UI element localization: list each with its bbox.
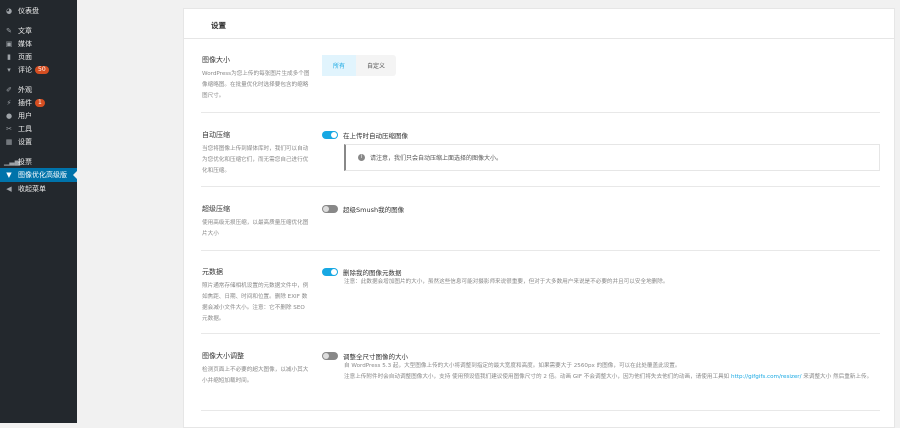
section-title: 元数据 — [202, 268, 223, 276]
page-title: 设置 — [184, 9, 894, 39]
sidebar-item-dashboard[interactable]: ◕ 仪表盘 — [0, 4, 77, 17]
info-icon: i — [358, 154, 365, 161]
sidebar-item-plugins[interactable]: ⚡ 插件 1 — [0, 96, 77, 109]
user-icon: ● — [5, 111, 13, 120]
strip-metadata-toggle[interactable] — [322, 268, 338, 276]
section-desc: WordPress为您上传的每张图片生成多个图像缩略图。在批量优化时选择要包含的… — [202, 71, 310, 99]
sidebar-item-posts[interactable]: ✎ 文章 — [0, 24, 77, 37]
collapse-icon: ◀ — [6, 184, 12, 193]
resize-note-2: 注意上传附件时会自动调整图像大小，支持 使用预设值我们建议使用图像尺寸的 2 倍… — [344, 372, 880, 383]
comment-count-badge: 50 — [35, 65, 49, 74]
section-image-sizes: 图像大小 WordPress为您上传的每张图片生成多个图像缩略图。在批量优化时选择… — [201, 55, 880, 113]
section-title: 图像大小 — [202, 56, 230, 64]
settings-icon: ▦ — [5, 137, 13, 146]
collapse-menu-button[interactable]: ◀ 收起菜单 — [0, 182, 77, 195]
comment-icon: ▾ — [7, 65, 11, 74]
sidebar-item-polls[interactable]: ▁▃▅ 投票 — [0, 155, 77, 168]
sidebar-item-appearance[interactable]: ✐ 外观 — [0, 83, 77, 96]
note-text: 来调整大小 然后重新上传。 — [801, 374, 873, 380]
section-auto-compress: 自动压缩当您将图像上传到媒体库时，我们可以自动为您优化和压缩它们，而无需您自己进… — [201, 130, 880, 187]
section-desc: 检测页面上不必要的超大图像，以减小其大小并缩短加载时间。 — [202, 367, 309, 384]
option-all[interactable]: 所有 — [322, 55, 357, 76]
page-icon: ▮ — [7, 52, 11, 61]
sidebar-item-comments[interactable]: ▾ 评论 50 — [0, 63, 77, 76]
wrench-icon: ✂ — [6, 124, 12, 133]
toggle-label: 在上传时自动压缩图像 — [343, 132, 408, 140]
sidebar-item-pages[interactable]: ▮ 页面 — [0, 50, 77, 63]
notice-text: 请注意，我们只会自动压缩上面选择的图像大小。 — [370, 155, 503, 162]
resizer-link[interactable]: http://gifgifs.com/resizer/ — [731, 374, 801, 380]
section-super-smush: 超级压缩使用高级无损压缩，以最高质量压缩优化图片大小 超级Smush我的图像 — [201, 204, 880, 251]
plugin-update-badge: 1 — [35, 98, 45, 107]
image-size-selector: 所有 自定义 — [322, 55, 397, 76]
section-title: 自动压缩 — [202, 131, 230, 139]
section-resize: 图像大小调整检测页面上不必要的超大图像，以减小其大小并缩短加载时间。 调整全尺寸… — [201, 351, 880, 411]
chart-icon: ▁▃▅ — [4, 157, 21, 166]
toggle-label: 超级Smush我的图像 — [343, 206, 405, 214]
auto-compress-toggle[interactable] — [322, 131, 338, 139]
media-icon: ▣ — [5, 39, 13, 48]
brush-icon: ✐ — [6, 85, 12, 94]
toggle-label: 删除我的图像元数据 — [343, 269, 402, 277]
sidebar-item-media[interactable]: ▣ 媒体 — [0, 37, 77, 50]
section-title: 图像大小调整 — [202, 352, 244, 360]
section-desc: 照片通常存储相机设置的元数据文件中，例如焦距、日期、时间和位置。删除 EXIF … — [202, 283, 309, 322]
sidebar-item-smush[interactable]: ▼ 图像优化高级版 — [0, 168, 77, 182]
metadata-note: 注意：此数据会增加图片的大小，虽然这些信息可能对摄影师来说很重要，但对于大多数用… — [344, 279, 669, 285]
notice: i 请注意，我们只会自动压缩上面选择的图像大小。 — [344, 144, 880, 171]
admin-sidebar: ◕ 仪表盘 ✎ 文章 ▣ 媒体 ▮ 页面 ▾ 评论 50 ✐ 外观 ⚡ 插件 1 ● 用户 ✂ 工具 … — [0, 0, 77, 423]
resize-toggle[interactable] — [322, 352, 338, 360]
sidebar-item-settings[interactable]: ▦ 设置 — [0, 135, 77, 148]
settings-card: 设置 图像大小 WordPress为您上传的每张图片生成多个图像缩略图。在批量优化… — [183, 8, 895, 428]
super-smush-toggle[interactable] — [322, 205, 338, 213]
section-metadata: 元数据照片通常存储相机设置的元数据文件中，例如焦距、日期、时间和位置。删除 EX… — [201, 267, 880, 334]
sidebar-item-tools[interactable]: ✂ 工具 — [0, 122, 77, 135]
resize-note: 自 WordPress 5.3 起，大型图像上传的大小将调整到指定的最大宽度和高… — [344, 363, 681, 369]
section-title: 超级压缩 — [202, 205, 230, 213]
plugin-icon: ⚡ — [6, 98, 12, 107]
dashboard-icon: ◕ — [5, 6, 13, 15]
note-text: 注意上传附件时会自动调整图像大小，支持 使用预设值我们建议使用图像尺寸的 2 倍… — [344, 374, 732, 380]
section-desc: 当您将图像上传到媒体库时，我们可以自动为您优化和压缩它们，而无需您自己进行优化和… — [202, 146, 309, 174]
smush-icon: ▼ — [6, 171, 12, 179]
option-custom[interactable]: 自定义 — [356, 55, 396, 76]
section-desc: 使用高级无损压缩，以最高质量压缩优化图片大小 — [202, 220, 309, 237]
toggle-label: 调整全尺寸图像的大小 — [343, 353, 408, 361]
pin-icon: ✎ — [6, 26, 12, 35]
sidebar-item-users[interactable]: ● 用户 — [0, 109, 77, 122]
